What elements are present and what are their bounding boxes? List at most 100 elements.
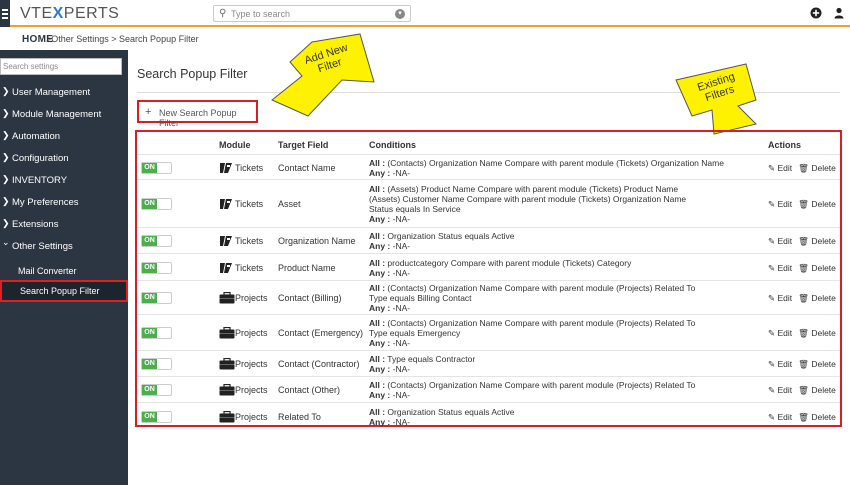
top-bar: VTEXPERTS ⚲ Type to search ▾ [0,0,850,27]
projects-briefcase-icon [219,326,235,339]
condition-line: All : (Contacts) Organization Name Compa… [369,380,696,390]
delete-button[interactable]: 🗑 Delete [798,199,836,210]
chevron-down-icon[interactable]: ▾ [395,9,405,19]
trash-icon: 🗑 [798,236,809,246]
table-row: ON Projects Contact (Emergency) All : (Cont… [137,314,840,350]
actions-cell: ✎ Edit 🗑 Delete [768,385,836,396]
actions-cell: ✎ Edit 🗑 Delete [768,293,836,304]
global-search-input[interactable]: ⚲ Type to search ▾ [213,5,411,22]
new-search-popup-filter-button[interactable]: + New Search Popup Filter [137,100,258,128]
table-row: ON Projects Contact (Contractor) All : Type… [137,350,840,376]
sidebar-item-my-preferences[interactable]: ❯ My Preferences [0,192,128,212]
sidebar-subitem-mail-converter[interactable]: Mail Converter [0,261,128,281]
table-row: ON Tickets Asset All : (Assets) Product Nam… [137,179,840,227]
target-field-cell: Contact (Contractor) [278,359,360,369]
target-field-cell: Contact (Billing) [278,293,342,303]
sidebar-item-module-management[interactable]: ❯ Module Management [0,104,128,124]
chevron-right-icon: ❯ [2,152,10,162]
edit-button[interactable]: ✎ Edit [768,385,792,396]
existing-filters-callout: Existing Filters [668,62,788,137]
settings-search-input[interactable]: Search settings [0,58,122,75]
status-toggle[interactable]: ON [141,262,172,274]
pencil-icon: ✎ [768,359,776,369]
edit-button[interactable]: ✎ Edit [768,199,792,210]
condition-line: All : (Contacts) Organization Name Compa… [369,158,724,168]
sidebar-item-extensions[interactable]: ❯ Extensions [0,214,128,234]
status-toggle[interactable]: ON [141,162,172,174]
column-header-target-field: Target Field [278,140,329,150]
trash-icon: 🗑 [798,199,809,209]
chevron-right-icon: ❯ [2,218,10,228]
actions-cell: ✎ Edit 🗑 Delete [768,263,836,274]
condition-line: Type equals Billing Contact [369,293,472,303]
condition-line: All : (Contacts) Organization Name Compa… [369,283,696,293]
breadcrumb-path: >Other Settings > Search Popup Filter [46,34,199,44]
edit-button[interactable]: ✎ Edit [768,293,792,304]
actions-cell: ✎ Edit 🗑 Delete [768,199,836,210]
edit-button[interactable]: ✎ Edit [768,328,792,339]
conditions-cell: All : (Assets) Product Name Compare with… [369,184,749,224]
pencil-icon: ✎ [768,263,776,273]
pencil-icon: ✎ [768,199,776,209]
tickets-module-icon [219,198,233,210]
menu-icon[interactable] [0,0,10,27]
conditions-cell: All : Type equals Contractor Any : -NA- [369,354,749,374]
add-icon[interactable] [810,7,822,19]
module-cell: Projects [235,359,268,369]
pencil-icon: ✎ [768,236,776,246]
sidebar-item-other-settings[interactable]: ⌄ Other Settings [0,236,128,256]
sidebar-item-inventory[interactable]: ❯ INVENTORY [0,170,128,190]
status-toggle[interactable]: ON [141,358,172,370]
condition-line: All : Organization Status equals Active [369,407,515,417]
condition-line: All : productcategory Compare with paren… [369,258,632,268]
toggle-on-label: ON [142,236,157,246]
edit-button[interactable]: ✎ Edit [768,359,792,370]
delete-button[interactable]: 🗑 Delete [798,359,836,370]
condition-line: Any : -NA- [369,303,411,313]
module-cell: Tickets [235,163,264,173]
delete-button[interactable]: 🗑 Delete [798,412,836,423]
breadcrumb: HOME >Other Settings > Search Popup Filt… [0,28,850,50]
delete-button[interactable]: 🗑 Delete [798,293,836,304]
target-field-cell: Contact (Emergency) [278,328,364,338]
condition-line: Any : -NA- [369,417,411,427]
status-toggle[interactable]: ON [141,327,172,339]
chevron-right-icon: ❯ [2,130,10,140]
status-toggle[interactable]: ON [141,411,172,423]
status-toggle[interactable]: ON [141,198,172,210]
toggle-on-label: ON [142,412,157,422]
status-toggle[interactable]: ON [141,384,172,396]
status-toggle[interactable]: ON [141,292,172,304]
status-toggle[interactable]: ON [141,235,172,247]
sidebar-item-configuration[interactable]: ❯ Configuration [0,148,128,168]
user-icon[interactable] [833,7,845,19]
pencil-icon: ✎ [768,385,776,395]
delete-button[interactable]: 🗑 Delete [798,163,836,174]
trash-icon: 🗑 [798,328,809,338]
column-header-actions: Actions [768,140,802,150]
edit-button[interactable]: ✎ Edit [768,263,792,274]
module-cell: Projects [235,293,268,303]
condition-line: All : Type equals Contractor [369,354,476,364]
condition-line: Any : -NA- [369,241,411,251]
page-title: Search Popup Filter [137,67,248,81]
module-cell: Tickets [235,199,264,209]
chevron-right-icon: ❯ [2,86,10,96]
target-field-cell: Contact Name [278,163,336,173]
sidebar-item-user-management[interactable]: ❯ User Management [0,82,128,102]
conditions-cell: All : (Contacts) Organization Name Compa… [369,380,749,400]
app-logo[interactable]: VTEXPERTS [20,5,119,23]
delete-button[interactable]: 🗑 Delete [798,385,836,396]
condition-line: Any : -NA- [369,268,411,278]
plus-icon: + [145,106,152,118]
sidebar-subitem-search-popup-filter[interactable]: Search Popup Filter [0,280,128,302]
pencil-icon: ✎ [768,412,776,422]
delete-button[interactable]: 🗑 Delete [798,328,836,339]
delete-button[interactable]: 🗑 Delete [798,263,836,274]
table-row: ON Tickets Organization Name All : Organiza… [137,227,840,253]
edit-button[interactable]: ✎ Edit [768,163,792,174]
edit-button[interactable]: ✎ Edit [768,236,792,247]
sidebar-item-automation[interactable]: ❯ Automation [0,126,128,146]
delete-button[interactable]: 🗑 Delete [798,236,836,247]
edit-button[interactable]: ✎ Edit [768,412,792,423]
